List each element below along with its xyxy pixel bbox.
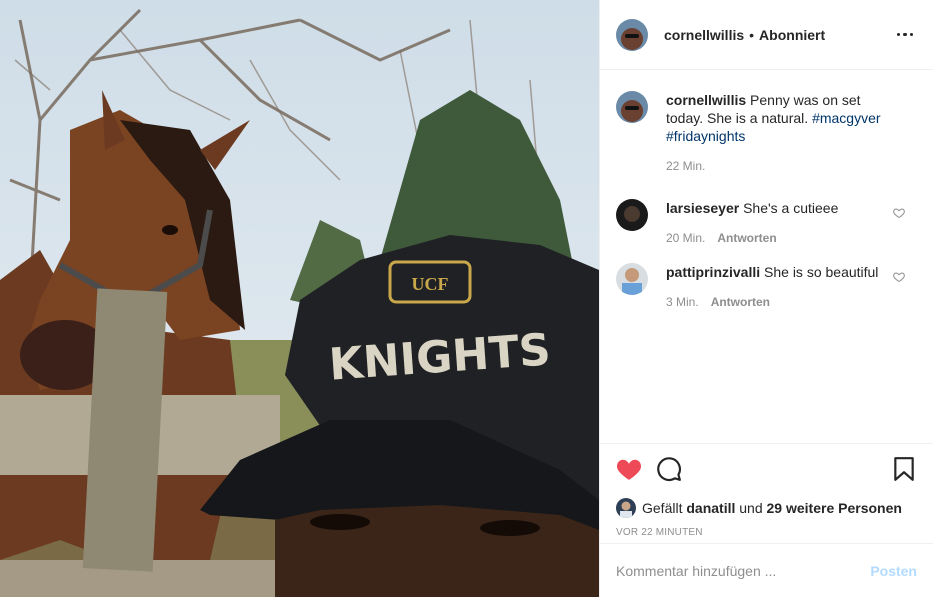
heart-filled-icon[interactable] bbox=[616, 456, 642, 482]
action-icon-row bbox=[616, 454, 917, 484]
like-comment-heart-icon[interactable] bbox=[893, 207, 905, 219]
like-comment-heart-icon[interactable] bbox=[893, 271, 905, 283]
comment-time[interactable]: 20 Min. bbox=[666, 229, 705, 247]
comment-username[interactable]: pattiprinzivalli bbox=[666, 264, 760, 280]
caption-avatar[interactable] bbox=[616, 91, 648, 123]
likes-connector: und bbox=[739, 500, 763, 516]
comment-text: She's a cutieee bbox=[743, 200, 839, 216]
likes-others[interactable]: 29 weitere Personen bbox=[767, 500, 902, 516]
hashtag-link[interactable]: #macgyver bbox=[812, 110, 880, 126]
reply-button[interactable]: Antworten bbox=[717, 229, 776, 247]
reply-button[interactable]: Antworten bbox=[711, 293, 770, 311]
add-comment-bar: Posten bbox=[600, 543, 933, 597]
author-avatar[interactable] bbox=[616, 18, 648, 51]
post-header: cornellwillis • Abonniert bbox=[600, 0, 933, 70]
comment-item: larsieseyer She's a cutieee 20 Min. Antw… bbox=[616, 199, 917, 247]
post-actions: Gefällt danatill und 29 weitere Personen… bbox=[600, 443, 933, 538]
more-options-icon[interactable] bbox=[893, 23, 917, 47]
bookmark-icon[interactable] bbox=[891, 456, 917, 482]
post-photo[interactable]: UCF KNIGHTS bbox=[0, 0, 599, 597]
caption: cornellwillis Penny was on set today. Sh… bbox=[616, 91, 917, 175]
follow-status[interactable]: Abonniert bbox=[759, 27, 825, 43]
comment-input[interactable] bbox=[616, 562, 863, 579]
commenter-avatar[interactable] bbox=[616, 199, 648, 231]
separator-dot: • bbox=[749, 26, 755, 43]
comment-text: She is so beautiful bbox=[764, 264, 879, 280]
comment-bubble-icon[interactable] bbox=[656, 456, 682, 482]
post-timestamp[interactable]: VOR 22 MINUTEN bbox=[616, 527, 917, 538]
commenter-avatar[interactable] bbox=[616, 263, 648, 295]
likes-prefix: Gefällt bbox=[642, 500, 683, 516]
comment-time[interactable]: 3 Min. bbox=[666, 293, 699, 311]
liker-username[interactable]: danatill bbox=[686, 500, 735, 516]
post-comment-button[interactable]: Posten bbox=[870, 563, 917, 579]
comment-item: pattiprinzivalli She is so beautiful 3 M… bbox=[616, 263, 917, 311]
author-username[interactable]: cornellwillis bbox=[664, 27, 744, 43]
caption-username[interactable]: cornellwillis bbox=[666, 92, 746, 108]
caption-time[interactable]: 22 Min. bbox=[666, 157, 705, 175]
comment-username[interactable]: larsieseyer bbox=[666, 200, 739, 216]
likes-summary[interactable]: Gefällt danatill und 29 weitere Personen bbox=[616, 498, 917, 518]
svg-text:UCF: UCF bbox=[412, 274, 449, 294]
liker-avatar[interactable] bbox=[616, 498, 636, 518]
post-side-panel: cornellwillis • Abonniert cornellwillis … bbox=[599, 0, 933, 597]
comments-section[interactable]: cornellwillis Penny was on set today. Sh… bbox=[600, 71, 933, 443]
hashtag-link[interactable]: #fridaynights bbox=[666, 128, 745, 144]
